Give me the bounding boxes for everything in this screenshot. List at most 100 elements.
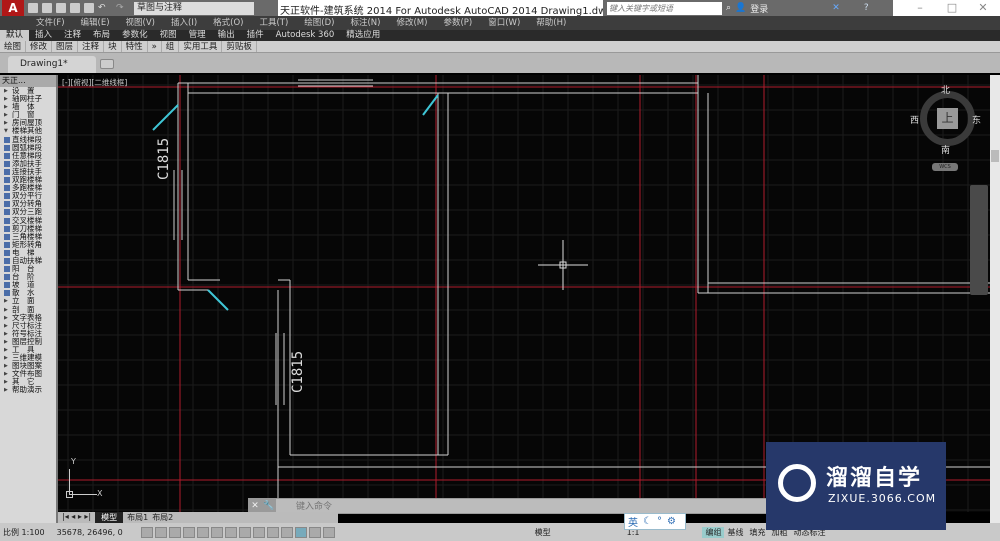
panel-modify[interactable]: 修改 [26,41,53,52]
snap-toggle[interactable] [140,526,153,538]
tab-layout1[interactable]: 布局1 [127,512,148,523]
save-icon[interactable] [56,3,66,13]
tab-manage[interactable]: 管理 [183,30,212,41]
tab-layout2[interactable]: 布局2 [152,512,173,523]
am-toggle[interactable] [322,526,335,538]
close-cmd-icon[interactable]: ✕ [248,501,262,511]
expand-arrow-icon: ▶ [4,298,8,305]
panel-properties[interactable]: 特性 [122,41,148,52]
lwt-toggle[interactable] [266,526,279,538]
polar-toggle[interactable] [182,526,195,538]
viewcube[interactable]: 上 北 南 东 西 WCS [910,83,985,173]
viewcube-top-face[interactable]: 上 [937,108,958,129]
tab-output[interactable]: 输出 [212,30,241,41]
menu-file[interactable]: 文件(F) [28,16,73,30]
vertical-scrollbar[interactable] [990,75,1000,523]
new-icon[interactable] [28,3,38,13]
tool-icon [4,152,10,159]
exchange-icon[interactable]: ✕ [832,3,840,13]
panel-item[interactable]: ▶ 帮助演示 [0,386,56,394]
model-button[interactable]: 模型 [532,527,554,538]
tab-featured-apps[interactable]: 精选应用 [340,30,386,41]
settings-icon[interactable]: ⚙ [667,516,676,527]
tab-insert[interactable]: 插入 [29,30,58,41]
workspace-select[interactable]: 草图与注释 [134,1,254,15]
compass-east[interactable]: 东 [972,113,981,126]
minimize-button[interactable]: – [905,0,935,16]
tab-annotate[interactable]: 注释 [58,30,87,41]
tab-plugins[interactable]: 插件 [241,30,270,41]
toggle-group[interactable]: 编组 [702,526,725,538]
open-icon[interactable] [42,3,52,13]
viewport-controls[interactable]: [-][俯视][二维线框] [62,77,127,88]
nav-arrows[interactable]: |◂ ◂ ▸ ▸| [62,512,91,523]
login-button[interactable]: 登录 [750,2,768,15]
maximize-button[interactable]: □ [937,0,967,16]
new-tab-icon[interactable] [100,59,114,69]
undo-icon[interactable]: ↶ [98,3,112,13]
compass-west[interactable]: 西 [910,113,919,126]
menu-dimension[interactable]: 标注(N) [342,16,388,30]
command-input[interactable] [276,499,766,513]
ime-language[interactable]: 英 [628,514,638,529]
menu-help[interactable]: 帮助(H) [528,16,574,30]
menu-view[interactable]: 视图(V) [118,16,163,30]
tab-model[interactable]: 模型 [95,512,124,523]
tpy-toggle[interactable] [280,526,293,538]
tab-view[interactable]: 视图 [154,30,183,41]
ribbon-tabs: 默认 插入 注释 布局 参数化 视图 管理 输出 插件 Autodesk 360… [0,30,1000,41]
binoculars-icon[interactable]: ⌕ [726,3,731,13]
tab-autodesk360[interactable]: Autodesk 360 [270,30,341,41]
compass-north[interactable]: 北 [941,83,950,96]
ducs-toggle[interactable] [238,526,251,538]
expand-arrow-icon: ▶ [4,379,8,386]
panel-draw[interactable]: 绘图 [0,41,27,52]
print-icon[interactable] [84,3,94,13]
moon-icon[interactable]: ☾ [643,516,652,527]
menu-edit[interactable]: 编辑(E) [73,16,118,30]
navigation-bar[interactable] [970,185,988,295]
wcs-menu[interactable]: WCS [932,163,958,171]
autocad-logo-icon[interactable]: A [2,0,24,16]
toggle-baseline[interactable]: 基线 [724,527,746,538]
panel-groups[interactable]: 组 [162,41,180,52]
scale-select[interactable]: 比例 1:100 [0,527,48,538]
compass-south[interactable]: 南 [941,143,950,156]
tool-icon [4,290,10,297]
punctuation-icon[interactable]: ° [657,516,662,527]
panel-clipboard[interactable]: 剪贴板 [222,41,257,52]
ortho-toggle[interactable] [168,526,181,538]
user-icon[interactable]: 👤 [735,3,746,13]
menu-insert[interactable]: 插入(I) [163,16,205,30]
menu-window[interactable]: 窗口(W) [480,16,528,30]
expand-arrow-icon: ▶ [4,322,8,329]
save-as-icon[interactable] [70,3,80,13]
doc-tab-drawing1[interactable]: Drawing1* [8,56,96,73]
panel-layers[interactable]: 图层 [52,41,79,52]
tab-parametric[interactable]: 参数化 [116,30,154,41]
help-icon[interactable]: ? [864,3,869,13]
customize-icon[interactable]: 🔧 [262,501,276,511]
panel-more[interactable]: » [148,41,162,52]
close-button[interactable]: ✕ [968,0,998,16]
sc-toggle[interactable] [308,526,321,538]
expand-arrow-icon: ▶ [4,330,8,337]
menu-draw[interactable]: 绘图(D) [296,16,342,30]
menu-format[interactable]: 格式(O) [205,16,251,30]
otrack-toggle[interactable] [224,526,237,538]
panel-block[interactable]: 块 [104,41,122,52]
3dosnap-toggle[interactable] [210,526,223,538]
redo-icon[interactable]: ↷ [116,3,130,13]
panel-annotation[interactable]: 注释 [78,41,105,52]
menu-tools[interactable]: 工具(T) [251,16,296,30]
grid-toggle[interactable] [154,526,167,538]
panel-utilities[interactable]: 实用工具 [179,41,223,52]
menu-parametric[interactable]: 参数(P) [435,16,480,30]
dyn-toggle[interactable] [252,526,265,538]
osnap-toggle[interactable] [196,526,209,538]
search-input[interactable] [607,1,722,15]
menu-modify[interactable]: 修改(M) [388,16,435,30]
tab-default[interactable]: 默认 [0,30,30,41]
tab-layout[interactable]: 布局 [87,30,116,41]
qp-toggle[interactable] [294,526,307,538]
